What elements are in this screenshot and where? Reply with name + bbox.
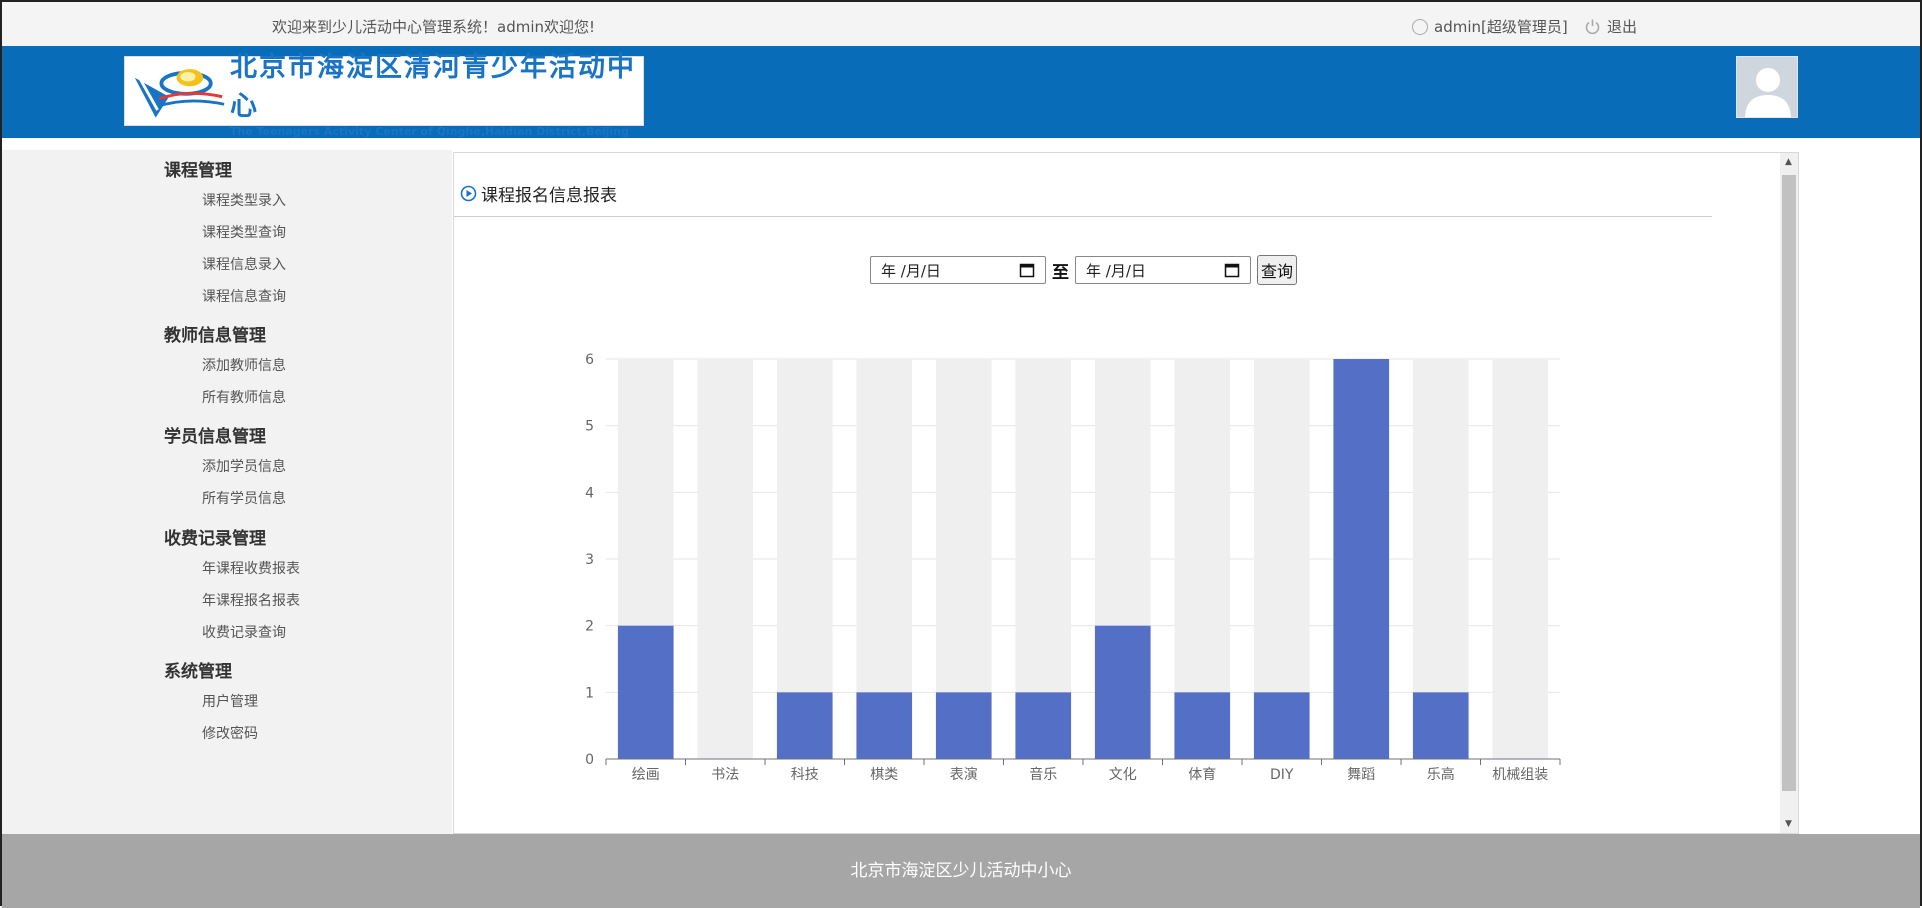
logo-emblem-icon <box>134 69 225 118</box>
x-tick-label: 绘画 <box>632 767 660 783</box>
background-bar <box>1492 359 1549 759</box>
x-tick-label: 机械组装 <box>1492 767 1548 783</box>
avatar[interactable] <box>1736 56 1798 118</box>
bar-绘画 <box>617 625 674 759</box>
sidebar-group-fees[interactable]: 收费记录管理 <box>164 524 266 549</box>
x-tick-label: 表演 <box>950 767 978 783</box>
sidebar-group-course[interactable]: 课程管理 <box>164 156 232 181</box>
current-user[interactable]: admin[超级管理员] <box>1412 16 1568 37</box>
sidebar-group-teacher[interactable]: 教师信息管理 <box>164 321 266 346</box>
bar-DIY <box>1253 692 1310 759</box>
y-tick-label: 2 <box>585 619 594 635</box>
sidebar-item-course-info-query[interactable]: 课程信息查询 <box>202 286 286 306</box>
bar-音乐 <box>1015 692 1072 759</box>
x-tick-label: 乐高 <box>1427 766 1455 783</box>
x-tick-label: 棋类 <box>870 767 898 783</box>
logo-chinese-name: 北京市海淀区清河青少年活动中心 <box>229 51 636 122</box>
sidebar-item-fee-records-query[interactable]: 收费记录查询 <box>202 622 286 642</box>
sidebar-item-course-info-entry[interactable]: 课程信息录入 <box>202 254 286 274</box>
bar-文化 <box>1094 625 1151 759</box>
x-tick-label: DIY <box>1270 767 1294 783</box>
y-tick-label: 3 <box>585 552 594 568</box>
sidebar-item-course-type-entry[interactable]: 课程类型录入 <box>202 190 286 210</box>
enrollment-bar-chart: 0 1 2 3 4 5 6 绘画 书法 科技 棋类 表演 音乐 文化 体育 DIY 舞蹈 乐高 机械组装 <box>585 352 1561 783</box>
logout-link[interactable]: 退出 <box>1584 16 1637 37</box>
power-icon <box>1585 19 1600 35</box>
y-tick-label: 5 <box>585 419 594 435</box>
top-bar: 欢迎来到少儿活动中心管理系统！admin欢迎您! admin[超级管理员] 退出 <box>2 2 1920 47</box>
scrollbar-thumb[interactable] <box>1782 175 1796 791</box>
bar-乐高 <box>1412 692 1469 759</box>
x-tick-label: 科技 <box>791 767 819 783</box>
footer-text: 北京市海淀区少儿活动中小心 <box>850 861 1072 881</box>
footer: 北京市海淀区少儿活动中小心 <box>2 834 1920 908</box>
sidebar-item-annual-fee-report[interactable]: 年课程收费报表 <box>202 558 300 578</box>
sidebar-nav: 课程管理 课程类型录入 课程类型查询 课程信息录入 课程信息查询 教师信息管理 … <box>2 150 452 834</box>
welcome-text: 欢迎来到少儿活动中心管理系统！admin欢迎您! <box>272 18 596 36</box>
header-banner: 北京市海淀区清河青少年活动中心 The Teenagers Activity C… <box>2 46 1920 138</box>
user-icon <box>1412 18 1428 35</box>
y-tick-label: 0 <box>585 752 594 768</box>
site-logo[interactable]: 北京市海淀区清河青少年活动中心 The Teenagers Activity C… <box>124 52 644 138</box>
sidebar-item-add-student[interactable]: 添加学员信息 <box>202 456 286 476</box>
y-tick-label: 1 <box>585 685 594 701</box>
sidebar-group-student[interactable]: 学员信息管理 <box>164 422 266 447</box>
y-tick-label: 6 <box>585 352 594 368</box>
sidebar-item-change-password[interactable]: 修改密码 <box>202 723 258 743</box>
user-label: admin[超级管理员] <box>1434 18 1568 36</box>
x-tick-label: 文化 <box>1109 767 1137 783</box>
x-tick-label: 体育 <box>1188 767 1216 783</box>
logo-english-name: The Teenagers Activity Center of Qinghe,… <box>229 124 629 138</box>
sidebar-item-all-students[interactable]: 所有学员信息 <box>202 488 286 508</box>
background-bar <box>697 359 754 759</box>
avatar-person-icon <box>1745 68 1791 117</box>
sidebar-item-user-management[interactable]: 用户管理 <box>202 691 258 711</box>
y-tick-label: 4 <box>585 485 594 501</box>
x-tick-label: 音乐 <box>1029 766 1057 783</box>
scroll-down-icon[interactable]: ▼ <box>1785 819 1792 829</box>
bar-体育 <box>1174 692 1231 759</box>
bar-棋类 <box>856 692 913 759</box>
bar-科技 <box>776 692 833 759</box>
bar-表演 <box>935 692 992 759</box>
sidebar-item-all-teachers[interactable]: 所有教师信息 <box>202 387 286 407</box>
sidebar-item-course-type-query[interactable]: 课程类型查询 <box>202 222 286 242</box>
sidebar-item-add-teacher[interactable]: 添加教师信息 <box>202 355 286 375</box>
sidebar-item-annual-enroll-report[interactable]: 年课程报名报表 <box>202 590 300 610</box>
x-tick-label: 书法 <box>711 767 739 783</box>
vertical-scrollbar[interactable]: ▲ ▼ <box>1780 153 1798 833</box>
logout-label: 退出 <box>1607 18 1638 36</box>
report-panel: 课程报名信息报表 年 /月/日 至 年 /月/日 查询 0 1 2 3 4 5 6 绘画 书法科… <box>453 152 1799 834</box>
sidebar-group-system[interactable]: 系统管理 <box>164 657 232 682</box>
x-tick-label: 舞蹈 <box>1347 767 1375 783</box>
bar-舞蹈 <box>1333 359 1390 759</box>
scroll-up-icon[interactable]: ▲ <box>1785 157 1792 167</box>
